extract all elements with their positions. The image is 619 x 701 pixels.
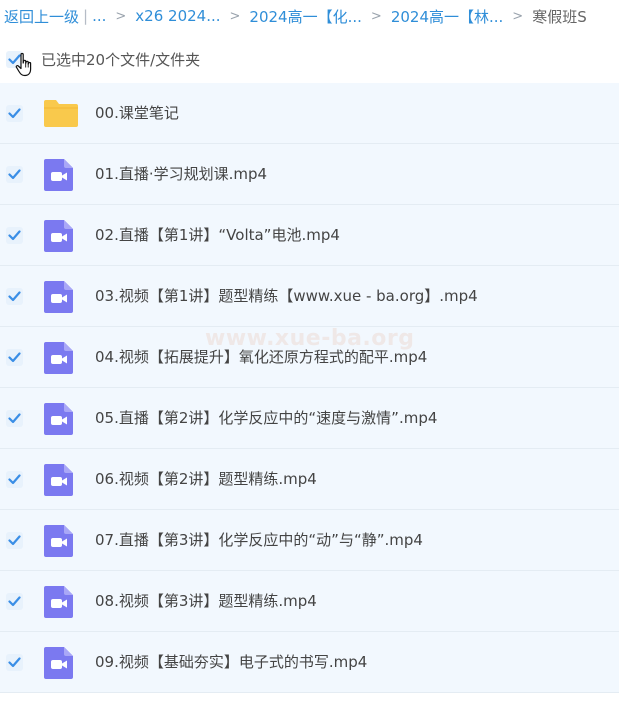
- select-all-bar: 已选中20个文件/文件夹: [0, 42, 619, 76]
- selection-count-label: 已选中20个文件/文件夹: [41, 50, 201, 69]
- check-icon: [8, 291, 21, 302]
- file-row[interactable]: 07.直播【第3讲】化学反应中的“动”与“静”.mp4: [0, 510, 619, 571]
- breadcrumb-item-2[interactable]: 2024高一【化...: [249, 6, 361, 27]
- file-checkbox[interactable]: [6, 532, 23, 549]
- video-file-icon: [43, 280, 75, 313]
- check-icon: [8, 474, 21, 485]
- breadcrumb-item-3[interactable]: 2024高一【林...: [391, 6, 503, 27]
- file-row[interactable]: 02.直播【第1讲】“Volta”电池.mp4: [0, 205, 619, 266]
- breadcrumb-current: 寒假班S: [532, 7, 587, 26]
- folder-icon: [43, 97, 78, 129]
- file-row[interactable]: 08.视频【第3讲】题型精练.mp4: [0, 571, 619, 632]
- file-checkbox[interactable]: [6, 410, 23, 427]
- video-file-icon: [43, 341, 75, 374]
- file-row[interactable]: 00.课堂笔记: [0, 83, 619, 144]
- check-icon: [8, 413, 21, 424]
- file-row[interactable]: 04.视频【拓展提升】氧化还原方程式的配平.mp4: [0, 327, 619, 388]
- file-checkbox[interactable]: [6, 105, 23, 122]
- breadcrumb-ellipsis[interactable]: ...: [92, 7, 106, 25]
- file-name[interactable]: 05.直播【第2讲】化学反应中的“速度与激情”.mp4: [95, 388, 437, 448]
- breadcrumb-item-1[interactable]: x26 2024...: [135, 7, 220, 25]
- chevron-right-icon: >: [229, 8, 241, 24]
- video-file-icon: [43, 158, 75, 191]
- check-icon: [8, 657, 21, 668]
- file-checkbox[interactable]: [6, 654, 23, 671]
- chevron-right-icon: >: [115, 8, 127, 24]
- file-row[interactable]: 05.直播【第2讲】化学反应中的“速度与激情”.mp4: [0, 388, 619, 449]
- file-checkbox[interactable]: [6, 349, 23, 366]
- check-icon: [8, 535, 21, 546]
- video-file-icon: [43, 585, 75, 618]
- file-checkbox[interactable]: [6, 288, 23, 305]
- file-name[interactable]: 04.视频【拓展提升】氧化还原方程式的配平.mp4: [95, 327, 427, 387]
- video-file-icon: [43, 524, 75, 557]
- file-checkbox[interactable]: [6, 166, 23, 183]
- file-checkbox[interactable]: [6, 471, 23, 488]
- file-name[interactable]: 00.课堂笔记: [95, 83, 179, 143]
- breadcrumb-back-link[interactable]: 返回上一级: [0, 6, 79, 27]
- check-icon: [8, 230, 21, 241]
- check-icon: [8, 352, 21, 363]
- file-row[interactable]: 03.视频【第1讲】题型精练【www.xue - ba.org】.mp4: [0, 266, 619, 327]
- check-icon: [8, 108, 21, 119]
- video-file-icon: [43, 402, 75, 435]
- file-name[interactable]: 01.直播·学习规划课.mp4: [95, 144, 267, 204]
- file-name[interactable]: 06.视频【第2讲】题型精练.mp4: [95, 449, 317, 509]
- file-name[interactable]: 09.视频【基础夯实】电子式的书写.mp4: [95, 632, 367, 692]
- video-file-icon: [43, 219, 75, 252]
- file-row[interactable]: 06.视频【第2讲】题型精练.mp4: [0, 449, 619, 510]
- breadcrumb: 返回上一级 | ... > x26 2024... > 2024高一【化... …: [0, 0, 619, 32]
- video-file-icon: [43, 646, 75, 679]
- file-row[interactable]: 09.视频【基础夯实】电子式的书写.mp4: [0, 632, 619, 693]
- file-checkbox[interactable]: [6, 227, 23, 244]
- file-row[interactable]: 01.直播·学习规划课.mp4: [0, 144, 619, 205]
- file-name[interactable]: 07.直播【第3讲】化学反应中的“动”与“静”.mp4: [95, 510, 423, 570]
- video-file-icon: [43, 463, 75, 496]
- file-list: 00.课堂笔记 01.直播·学习规划课.mp4 02.直播【第1讲】“Volta”电…: [0, 83, 619, 693]
- file-name[interactable]: 03.视频【第1讲】题型精练【www.xue - ba.org】.mp4: [95, 266, 478, 326]
- file-name[interactable]: 02.直播【第1讲】“Volta”电池.mp4: [95, 205, 340, 265]
- file-checkbox[interactable]: [6, 593, 23, 610]
- file-name[interactable]: 08.视频【第3讲】题型精练.mp4: [95, 571, 317, 631]
- chevron-right-icon: >: [512, 8, 524, 24]
- breadcrumb-separator: |: [83, 7, 89, 25]
- check-icon: [8, 596, 21, 607]
- chevron-right-icon: >: [370, 8, 382, 24]
- hand-cursor-icon: [15, 52, 32, 77]
- check-icon: [8, 169, 21, 180]
